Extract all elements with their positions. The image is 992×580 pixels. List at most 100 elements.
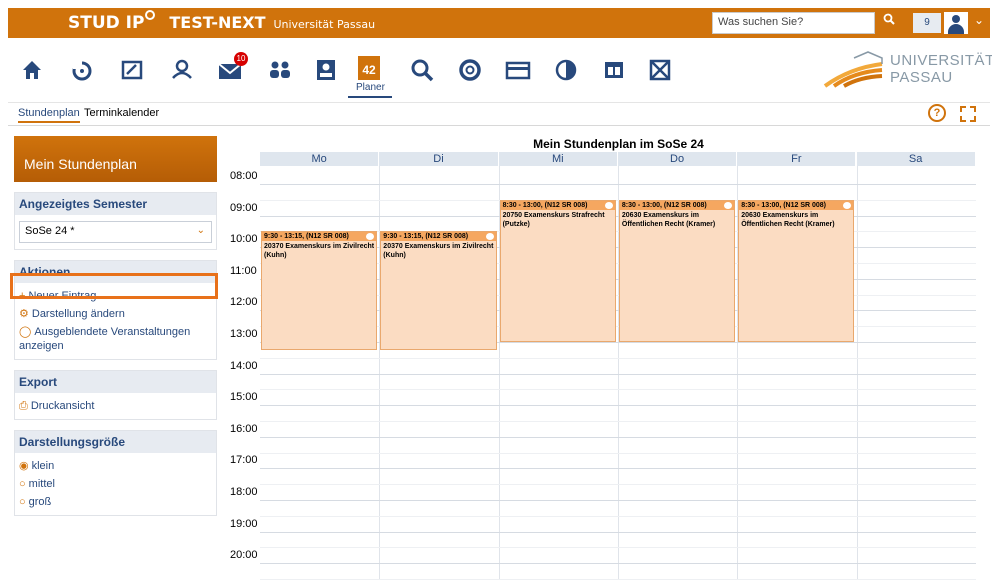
- search-button[interactable]: [880, 13, 898, 33]
- schedule-entry-title: 20750 Examenskurs Strafrecht (Putzke): [502, 211, 605, 228]
- planer-icon[interactable]: 42: [358, 56, 380, 80]
- community-icon[interactable]: [166, 58, 198, 90]
- tab-stundenplan[interactable]: Stundenplan: [18, 107, 80, 123]
- university-wordmark: UNIVERSITÄT PASSAU: [890, 52, 992, 86]
- show-hidden-courses-link[interactable]: ◯ Ausgeblendete Veranstaltungen anzeigen: [15, 323, 216, 355]
- schedule-entry-time-text: 8:30 - 13:00, (N12 SR 008): [502, 201, 588, 209]
- contacts-icon[interactable]: [264, 58, 296, 90]
- schedule-entry[interactable]: 8:30 - 13:00, (N12 SR 008) 20750 Examensk…: [499, 199, 616, 342]
- hour-label: 10:00: [230, 233, 258, 246]
- display-size-widget-title: Darstellungsgröße: [15, 431, 216, 453]
- split-icon[interactable]: [598, 58, 630, 90]
- brand-mark-icon: [145, 10, 156, 20]
- half-hour-gridline: [260, 421, 976, 422]
- hour-label: 19:00: [230, 517, 258, 530]
- mail-icon[interactable]: 10: [214, 52, 248, 90]
- hour-label: 20:00: [230, 549, 258, 562]
- eye-icon[interactable]: [485, 233, 494, 241]
- planer-label[interactable]: Planer: [356, 82, 385, 93]
- schedule-entry-time-text: 8:30 - 13:00, (N12 SR 008): [741, 201, 827, 209]
- fullscreen-icon[interactable]: [960, 106, 976, 122]
- eye-icon[interactable]: [604, 201, 613, 209]
- chart-icon[interactable]: [550, 58, 582, 90]
- avatar[interactable]: [944, 12, 968, 34]
- help-icon[interactable]: ?: [928, 104, 946, 122]
- radio-unchecked-icon: ○: [19, 478, 26, 490]
- environment-name: TEST-NEXT: [169, 13, 266, 32]
- sub-navigation: Stundenplan Terminkalender ?: [8, 102, 990, 126]
- half-hour-gridline: [260, 515, 976, 517]
- schedule-entry-time: 8:30 - 13:00, (N12 SR 008): [619, 200, 735, 210]
- schedule-entry-time-text: 9:30 - 13:15, (N12 SR 008): [264, 233, 349, 241]
- schedule-entry[interactable]: 8:30 - 13:00, (N12 SR 008) 20630 Examensk…: [618, 199, 736, 342]
- schedule-grid: Mo Di Mi Do Fr Sa 08:00 09:00 10:00 11:00 12:00 13:…: [230, 152, 976, 580]
- size-option-gross[interactable]: ○ groß: [15, 493, 216, 511]
- university-wordmark-line1: UNIVERSITÄT: [890, 52, 992, 69]
- activity-icon[interactable]: [66, 58, 98, 90]
- hour-label: 15:00: [230, 391, 258, 404]
- eye-icon[interactable]: [843, 201, 852, 209]
- export-widget: Export ⎙ Druckansicht: [14, 370, 217, 420]
- hour-gridline: [260, 500, 976, 501]
- main-navigation: 10 42 Planer UNIVERSITÄT PASSAU: [8, 38, 992, 102]
- hour-label: 13:00: [230, 328, 258, 340]
- chevron-down-icon[interactable]: ⌄: [974, 13, 984, 27]
- eye-icon[interactable]: [724, 201, 733, 209]
- tab-terminkalender[interactable]: Terminkalender: [84, 107, 159, 119]
- change-view-label: Darstellung ändern: [31, 308, 125, 320]
- semester-select-value: SoSe 24 *: [25, 225, 75, 237]
- disabled-icon[interactable]: [644, 58, 676, 90]
- profile-icon[interactable]: [310, 58, 342, 90]
- notification-count[interactable]: 9: [913, 13, 941, 33]
- hour-label: 16:00: [230, 422, 258, 435]
- settings-icon: ⚙: [19, 308, 29, 320]
- top-bar: STUD IP TEST-NEXT Universität Passau Was…: [8, 8, 990, 38]
- help-icon[interactable]: [454, 58, 486, 90]
- half-hour-gridline: [260, 484, 976, 486]
- hour-gridline: [260, 563, 976, 565]
- sidebar: Mein Stundenplan Angezeigtes Semester So…: [14, 136, 217, 516]
- courses-icon[interactable]: [116, 58, 148, 90]
- size-option-mittel[interactable]: ○ mittel: [15, 475, 216, 493]
- print-icon: ⎙: [19, 400, 28, 412]
- university-wordmark-line2: PASSAU: [890, 69, 953, 86]
- export-widget-title: Export: [15, 371, 216, 393]
- studip-logo[interactable]: STUD IP TEST-NEXT Universität Passau: [68, 10, 375, 33]
- eye-icon[interactable]: [366, 233, 375, 241]
- print-view-link[interactable]: ⎙ Druckansicht: [15, 397, 216, 415]
- search-input[interactable]: Was suchen Sie?: [712, 12, 875, 34]
- mail-badge: 10: [234, 52, 248, 66]
- radio-checked-icon: ◉: [19, 460, 29, 472]
- hour-label: 17:00: [230, 454, 258, 467]
- search-icon[interactable]: [406, 58, 438, 90]
- hour-gridline: [260, 436, 976, 438]
- semester-widget-title: Angezeigtes Semester: [15, 193, 216, 215]
- home-icon[interactable]: [16, 58, 48, 90]
- chevron-down-icon: ⌄: [196, 225, 205, 236]
- schedule-entry[interactable]: 9:30 - 13:15, (N12 SR 008) 20370 Examensk…: [380, 231, 497, 350]
- change-view-link[interactable]: ⚙ Darstellung ändern: [15, 305, 216, 323]
- day-header-mi: Mi: [498, 152, 618, 166]
- semester-widget: Angezeigtes Semester SoSe 24 * ⌄: [14, 192, 217, 250]
- hour-label: 18:00: [230, 486, 258, 498]
- hour-gridline: [260, 468, 976, 470]
- sidebar-title: Mein Stundenplan: [14, 136, 217, 182]
- schedule-entry[interactable]: 9:30 - 13:15, (N12 SR 008) 20370 Examensk…: [261, 231, 378, 350]
- highlight-box: [10, 273, 218, 299]
- hour-label: 08:00: [230, 170, 258, 182]
- print-view-label: Druckansicht: [30, 400, 95, 412]
- schedule-entry-title: 20370 Examenskurs im Zivilrecht (Kuhn): [383, 243, 494, 260]
- schedule-entry[interactable]: 8:30 - 13:00, (N12 SR 008) 20630 Examensk…: [738, 199, 855, 342]
- half-hour-gridline: [260, 452, 976, 454]
- semester-select[interactable]: SoSe 24 * ⌄: [19, 221, 212, 243]
- size-option-label: groß: [28, 496, 52, 508]
- active-nav-indicator: [348, 96, 392, 98]
- half-hour-gridline: [260, 357, 976, 359]
- size-option-klein[interactable]: ◉ klein: [15, 457, 216, 475]
- card-icon[interactable]: [502, 58, 534, 90]
- half-hour-gridline: [260, 547, 976, 549]
- size-option-label: klein: [31, 460, 55, 472]
- schedule-entry-time-text: 9:30 - 13:15, (N12 SR 008): [383, 233, 469, 241]
- schedule-entry-time-text: 8:30 - 13:00, (N12 SR 008): [621, 201, 707, 209]
- schedule-entry-time: 9:30 - 13:15, (N12 SR 008): [262, 232, 377, 242]
